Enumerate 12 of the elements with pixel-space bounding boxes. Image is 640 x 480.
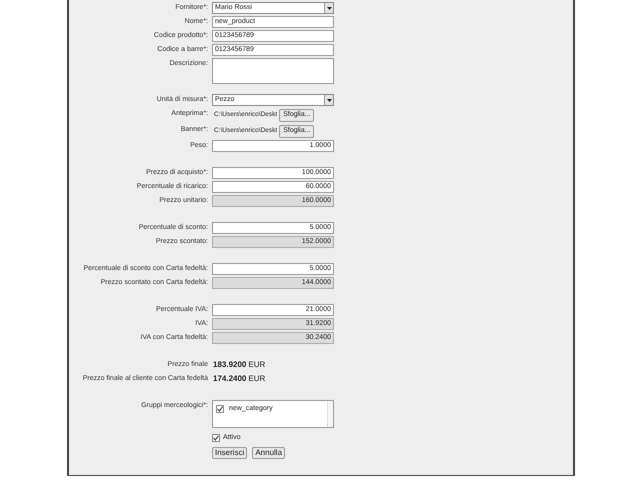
scrollbar[interactable] <box>327 401 333 427</box>
price-value: 183.9200 <box>213 359 246 371</box>
text-area[interactable] <box>212 58 334 84</box>
submit-button[interactable]: Inserisci <box>212 447 248 459</box>
dropdown-arrow-icon <box>326 98 332 102</box>
currency-label: EUR <box>248 359 266 371</box>
currency-label: EUR <box>248 373 266 385</box>
cancel-button[interactable]: Annulla <box>252 447 286 459</box>
checkbox[interactable] <box>216 405 224 414</box>
checkbox[interactable] <box>212 434 220 442</box>
price-value: 174.2400 <box>213 373 246 385</box>
dropdown-arrow-icon <box>326 6 332 10</box>
